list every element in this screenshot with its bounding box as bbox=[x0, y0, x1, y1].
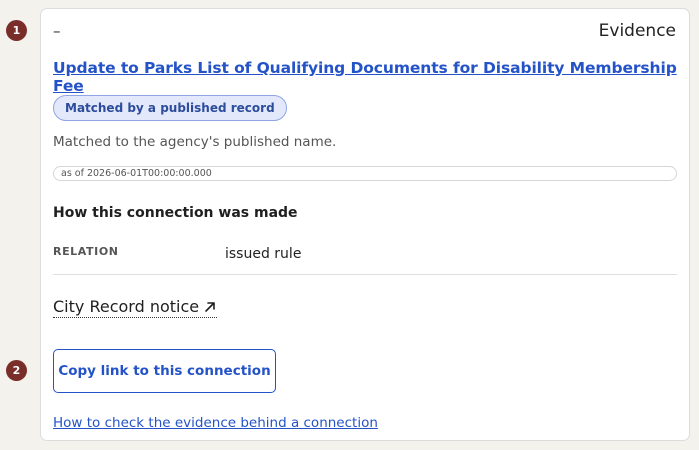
connection-section-title: How this connection was made bbox=[53, 205, 298, 221]
city-record-notice-link[interactable]: City Record notice bbox=[53, 297, 218, 318]
match-status-label: Matched by a published record bbox=[65, 101, 275, 115]
external-link-arrow-icon bbox=[205, 301, 215, 312]
evidence-panel: – Evidence Update to Parks List of Quali… bbox=[40, 8, 690, 441]
record-title-link[interactable]: Update to Parks List of Qualifying Docum… bbox=[53, 59, 689, 95]
collapse-toggle[interactable]: – bbox=[53, 23, 61, 39]
copy-link-button[interactable]: Copy link to this connection bbox=[53, 349, 276, 393]
as-of-timestamp: as of 2026-06-01T00:00:00.000 bbox=[53, 166, 677, 181]
relation-value: issued rule bbox=[225, 246, 302, 262]
step-badge-2: 2 bbox=[6, 360, 27, 381]
panel-heading: Evidence bbox=[598, 21, 676, 41]
evidence-help-link[interactable]: How to check the evidence behind a conne… bbox=[53, 415, 378, 431]
left-gutter: 1 2 bbox=[0, 0, 33, 450]
relation-key: RELATION bbox=[53, 245, 119, 258]
city-record-notice-label: City Record notice bbox=[53, 297, 200, 316]
step-badge-1: 1 bbox=[6, 20, 27, 41]
match-description: Matched to the agency's published name. bbox=[53, 134, 337, 150]
match-status-badge: Matched by a published record bbox=[53, 95, 287, 121]
divider bbox=[53, 274, 677, 275]
